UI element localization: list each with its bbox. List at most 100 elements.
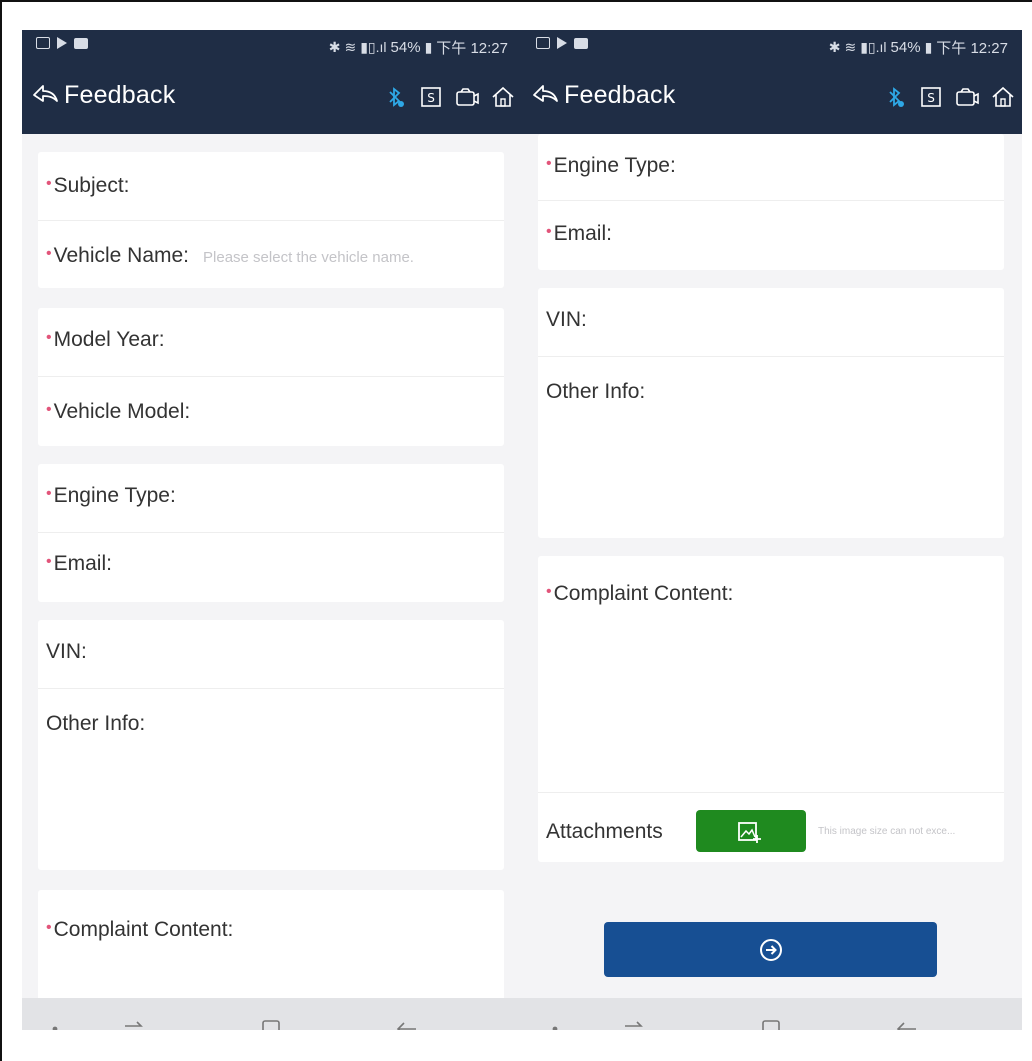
vin-label: VIN: <box>546 308 587 331</box>
required-mark: • <box>46 245 52 262</box>
other-info-label: Other Info: <box>46 712 146 735</box>
subject-label: Subject: <box>53 174 130 197</box>
required-mark: • <box>46 175 52 192</box>
vin-field[interactable]: VIN: <box>46 640 87 664</box>
message-icon <box>574 37 588 49</box>
vin-field[interactable]: VIN: <box>546 308 587 332</box>
divider <box>38 220 504 221</box>
required-mark: • <box>46 329 52 346</box>
dot-icon[interactable] <box>42 1016 68 1030</box>
form-content: •Subject: •Vehicle Name: Please select th… <box>22 134 522 998</box>
engine-type-field[interactable]: •Engine Type: <box>46 484 176 508</box>
complaint-content-label: Complaint Content: <box>53 918 234 941</box>
play-icon <box>57 37 67 49</box>
divider <box>538 200 1004 201</box>
email-field[interactable]: •Email: <box>46 552 112 576</box>
s-tile-icon[interactable]: S <box>418 84 444 110</box>
clock: 下午 12:27 <box>936 40 1008 57</box>
back-arrow-icon <box>33 85 58 102</box>
battery-percent: 54% <box>890 39 921 56</box>
page-title: Feedback <box>64 80 176 109</box>
other-info-field[interactable]: Other Info: <box>546 380 645 404</box>
battery-icon: ▮ <box>924 39 933 55</box>
vin-label: VIN: <box>46 640 87 663</box>
recent-apps-icon[interactable] <box>120 1016 146 1030</box>
home-square-icon[interactable] <box>758 1016 784 1030</box>
dot-icon[interactable] <box>542 1016 568 1030</box>
bluetooth-icon[interactable] <box>382 84 408 110</box>
back-arrow-icon <box>533 85 558 102</box>
vehicle-name-placeholder: Please select the vehicle name. <box>203 249 414 266</box>
vehicle-model-field[interactable]: •Vehicle Model: <box>46 400 190 424</box>
bluetooth-status-icon: ✱ <box>828 39 841 55</box>
add-image-icon <box>738 822 761 843</box>
gallery-icon <box>36 37 50 49</box>
form-card: VIN: Other Info: <box>38 620 504 870</box>
submit-button[interactable] <box>604 922 937 977</box>
svg-text:S: S <box>927 91 935 105</box>
home-icon[interactable] <box>490 84 516 110</box>
home-icon[interactable] <box>990 84 1016 110</box>
attachment-size-hint: This image size can not exce... <box>818 826 956 837</box>
vehicle-model-label: Vehicle Model: <box>53 400 191 423</box>
play-icon <box>557 37 567 49</box>
form-card: •Model Year: •Vehicle Model: <box>38 308 504 446</box>
signal-icon: ▮▯.ıl <box>360 39 387 55</box>
s-tile-icon[interactable]: S <box>918 84 944 110</box>
bluetooth-status-icon: ✱ <box>328 39 341 55</box>
home-square-icon[interactable] <box>258 1016 284 1030</box>
back-icon[interactable] <box>894 1016 920 1030</box>
complaint-content-label: Complaint Content: <box>553 582 734 605</box>
message-icon <box>74 37 88 49</box>
camera-icon[interactable] <box>954 84 980 110</box>
arrow-circle-right-icon <box>760 939 782 961</box>
vehicle-name-label: Vehicle Name: <box>53 244 190 267</box>
back-button[interactable]: Feedback <box>530 80 675 110</box>
system-nav-bar <box>522 998 1022 1030</box>
vehicle-name-field[interactable]: •Vehicle Name: Please select the vehicle … <box>46 244 414 268</box>
form-card: •Engine Type: •Email: <box>38 464 504 602</box>
complaint-content-field[interactable]: •Complaint Content: <box>546 582 733 606</box>
other-info-field[interactable]: Other Info: <box>46 712 145 736</box>
complaint-content-field[interactable]: •Complaint Content: <box>46 918 233 942</box>
email-label: Email: <box>53 552 112 575</box>
back-button[interactable]: Feedback <box>30 80 175 110</box>
clock: 下午 12:27 <box>436 40 508 57</box>
form-card: VIN: Other Info: <box>538 288 1004 538</box>
back-icon[interactable] <box>394 1016 420 1030</box>
required-mark: • <box>546 223 552 240</box>
engine-type-label: Engine Type: <box>53 484 176 507</box>
gallery-icon <box>536 37 550 49</box>
required-mark: • <box>546 583 552 600</box>
required-mark: • <box>546 155 552 172</box>
bluetooth-icon[interactable] <box>882 84 908 110</box>
engine-type-field[interactable]: •Engine Type: <box>546 154 676 178</box>
wifi-icon: ≋ <box>344 39 357 55</box>
recent-apps-icon[interactable] <box>620 1016 646 1030</box>
status-bar: ✱ ≋ ▮▯.ıl 54% ▮ 下午 12:27 <box>22 30 522 62</box>
camera-icon[interactable] <box>454 84 480 110</box>
app-bar: Feedback S <box>22 62 522 134</box>
frame-border <box>0 0 1032 2</box>
battery-icon: ▮ <box>424 39 433 55</box>
form-content: •Engine Type: •Email: VIN: Other Info: •… <box>522 134 1022 998</box>
required-mark: • <box>46 485 52 502</box>
engine-type-label: Engine Type: <box>553 154 676 177</box>
email-label: Email: <box>553 222 612 245</box>
system-nav-bar <box>22 998 522 1030</box>
divider <box>38 688 504 689</box>
signal-icon: ▮▯.ıl <box>860 39 887 55</box>
phone-screen-left: ✱ ≋ ▮▯.ıl 54% ▮ 下午 12:27 Feedback S •Sub… <box>22 30 522 1030</box>
page-title: Feedback <box>564 80 676 109</box>
phone-screen-right: ✱ ≋ ▮▯.ıl 54% ▮ 下午 12:27 Feedback S •Eng… <box>522 30 1022 1030</box>
battery-percent: 54% <box>390 39 421 56</box>
subject-field[interactable]: •Subject: <box>46 174 130 198</box>
status-bar: ✱ ≋ ▮▯.ıl 54% ▮ 下午 12:27 <box>522 30 1022 62</box>
add-attachment-button[interactable] <box>696 810 806 852</box>
model-year-field[interactable]: •Model Year: <box>46 328 165 352</box>
form-card: •Complaint Content: <box>38 890 504 998</box>
divider <box>38 376 504 377</box>
email-field[interactable]: •Email: <box>546 222 612 246</box>
svg-text:S: S <box>427 91 435 105</box>
required-mark: • <box>46 919 52 936</box>
